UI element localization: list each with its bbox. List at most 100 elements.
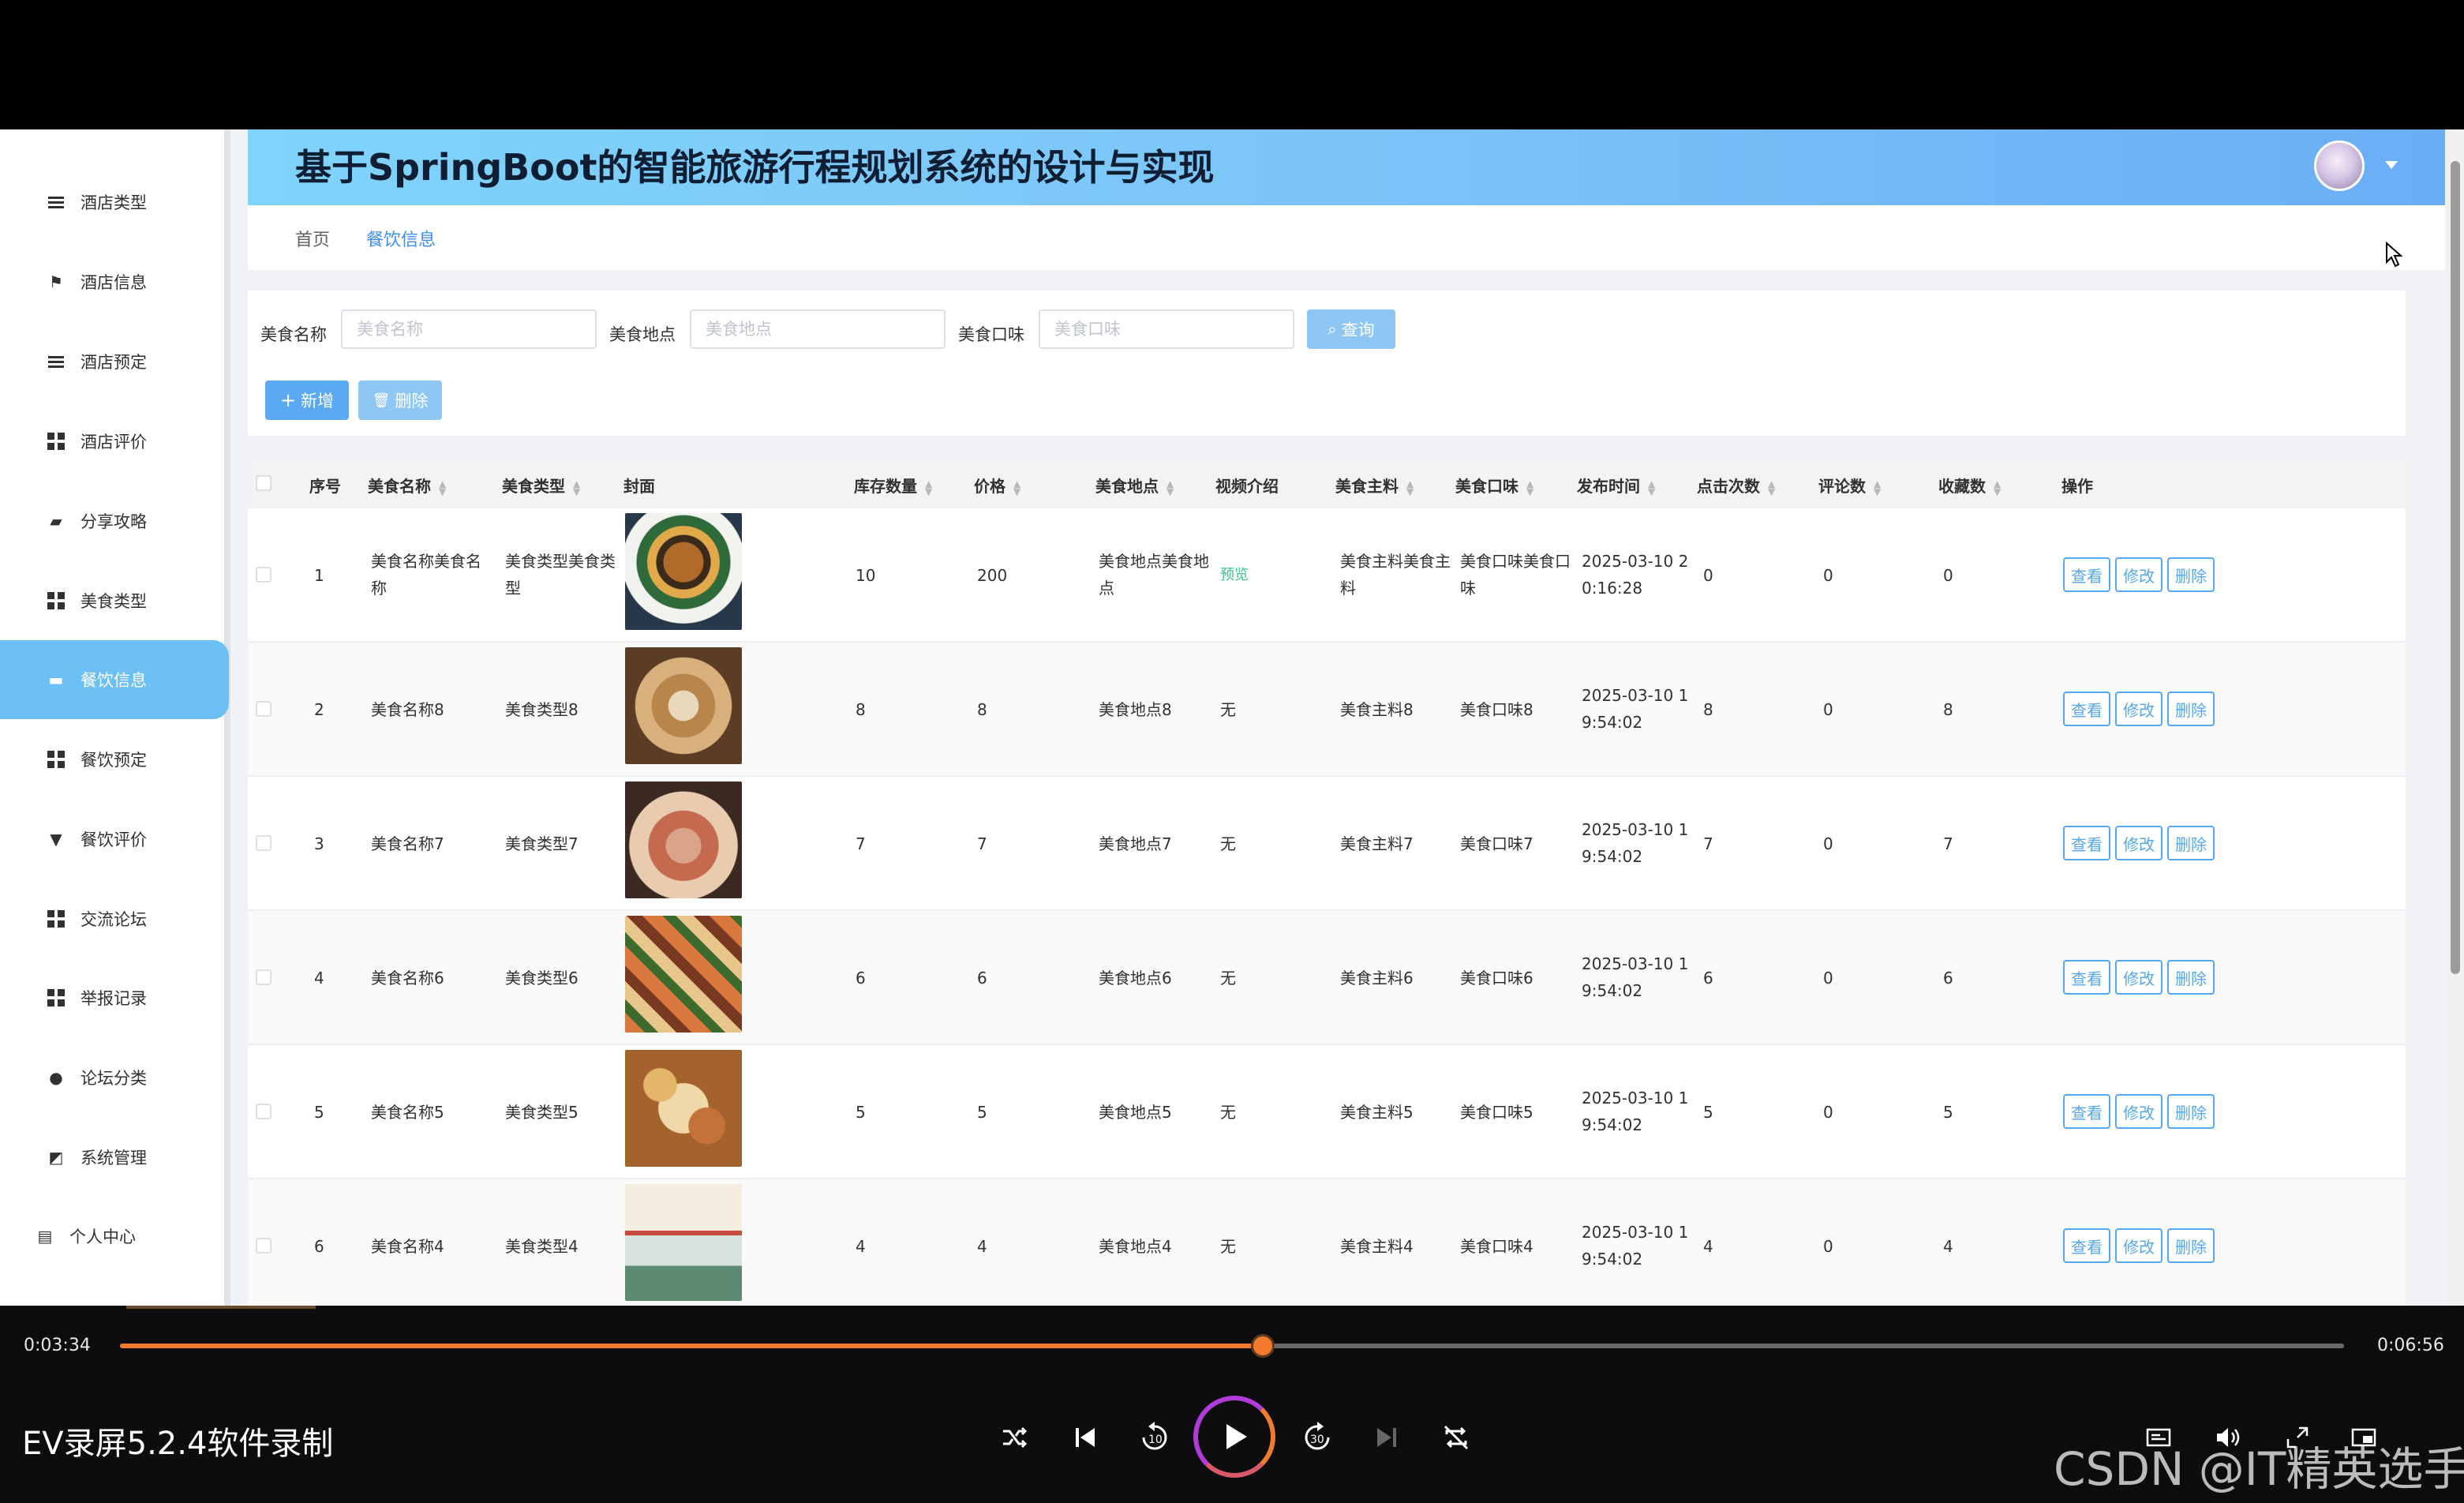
avatar[interactable] [2314, 141, 2365, 191]
sort-icon[interactable]: ▲ ▼ [573, 479, 580, 497]
column-header-1[interactable]: 美食名称 ▲ ▼ [368, 474, 446, 497]
seek-bar-knob[interactable] [1251, 1334, 1275, 1358]
sidebar-item-label: 分享攻略 [81, 512, 147, 531]
column-header-13[interactable]: 收藏数 ▲ ▼ [1938, 474, 2001, 497]
sidebar-item-6[interactable]: ▬ 餐饮信息 [0, 640, 229, 719]
row-checkbox[interactable] [256, 567, 271, 583]
view-button[interactable]: 查看 [2063, 826, 2110, 860]
caret-down-icon[interactable] [2385, 161, 2398, 169]
view-button[interactable]: 查看 [2063, 960, 2110, 995]
cell-comments: 0 [1823, 1237, 1833, 1256]
row-checkbox[interactable] [256, 701, 271, 717]
cell-ingredient: 美食主料5 [1340, 1103, 1414, 1122]
row-checkbox[interactable] [256, 835, 271, 851]
column-header-11[interactable]: 点击次数 ▲ ▼ [1697, 474, 1775, 497]
play-button[interactable] [1193, 1396, 1275, 1478]
grid-icon [47, 989, 65, 1006]
sidebar-item-3[interactable]: 酒店评价 [0, 402, 230, 481]
sort-icon[interactable]: ▲ ▼ [439, 479, 446, 497]
cell-video: 无 [1220, 1103, 1236, 1122]
delete-button[interactable]: 删除 [2167, 557, 2215, 592]
column-header-label: 收藏数 [1938, 477, 1986, 496]
column-header-label: 封面 [623, 477, 655, 496]
page-scrollbar[interactable] [2447, 129, 2464, 1306]
sort-icon[interactable]: ▲ ▼ [1526, 479, 1533, 497]
edit-button[interactable]: 修改 [2115, 826, 2163, 860]
delete-button[interactable]: 删除 [2167, 826, 2215, 860]
rewind-10-icon[interactable]: 10 [1137, 1419, 1173, 1456]
column-header-12[interactable]: 评论数 ▲ ▼ [1818, 474, 1881, 497]
search-taste-input[interactable]: 美食口味 [1039, 309, 1294, 349]
view-button[interactable]: 查看 [2063, 557, 2110, 592]
sidebar-item-1[interactable]: ⚑ 酒店信息 [0, 242, 230, 321]
sort-icon[interactable]: ▲ ▼ [1406, 479, 1414, 497]
sort-icon[interactable]: ▲ ▼ [1166, 479, 1174, 497]
sort-icon[interactable]: ▲ ▼ [925, 479, 932, 497]
cell-price: 200 [977, 566, 1008, 585]
delete-button[interactable]: 删除 [2167, 1094, 2215, 1129]
row-checkbox[interactable] [256, 1238, 271, 1254]
shuffle-icon[interactable] [996, 1419, 1032, 1456]
user-icon: ● [49, 1068, 63, 1087]
delete-button[interactable]: 删除 [2167, 960, 2215, 995]
repeat-off-icon[interactable] [1438, 1419, 1474, 1456]
column-header-10[interactable]: 发布时间 ▲ ▼ [1577, 474, 1655, 497]
forward-30-icon[interactable]: 30 [1299, 1419, 1335, 1456]
next-icon[interactable] [1369, 1419, 1405, 1456]
column-header-3: 封面 [623, 474, 655, 497]
sidebar-item-0[interactable]: 酒店类型 [0, 163, 230, 242]
delete-button[interactable]: 删除 [2167, 692, 2215, 726]
edit-button[interactable]: 修改 [2115, 557, 2163, 592]
column-header-2[interactable]: 美食类型 ▲ ▼ [502, 474, 580, 497]
delete-button[interactable]: 🗑︎ 删除 [358, 380, 442, 420]
search-name-input[interactable]: 美食名称 [341, 309, 597, 349]
sidebar-item-2[interactable]: 酒店预定 [0, 322, 230, 401]
breadcrumb-home[interactable]: 首页 [295, 226, 330, 251]
cell-favs: 7 [1943, 834, 1953, 853]
sidebar-item-11[interactable]: ● 论坛分类 [0, 1038, 230, 1117]
cell-price: 8 [977, 700, 987, 719]
edit-button[interactable]: 修改 [2115, 1228, 2163, 1263]
sidebar-item-10[interactable]: 举报记录 [0, 958, 230, 1037]
sort-icon[interactable]: ▲ ▼ [1994, 479, 2001, 497]
view-button[interactable]: 查看 [2063, 1094, 2110, 1129]
column-header-9[interactable]: 美食口味 ▲ ▼ [1455, 474, 1533, 497]
delete-button[interactable]: 删除 [2167, 1228, 2215, 1263]
sidebar-item-label: 酒店信息 [81, 273, 147, 292]
edit-button[interactable]: 修改 [2115, 960, 2163, 995]
sort-icon[interactable]: ▲ ▼ [1648, 479, 1655, 497]
sidebar-item-9[interactable]: 交流论坛 [0, 879, 230, 958]
column-header-5[interactable]: 价格 ▲ ▼ [974, 474, 1020, 497]
view-button[interactable]: 查看 [2063, 692, 2110, 726]
search-place-input[interactable]: 美食地点 [690, 309, 946, 349]
previous-icon[interactable] [1067, 1419, 1103, 1456]
sidebar-item-5[interactable]: 美食类型 [0, 561, 230, 640]
column-header-4[interactable]: 库存数量 ▲ ▼ [854, 474, 932, 497]
edit-button[interactable]: 修改 [2115, 692, 2163, 726]
sort-icon[interactable]: ▲ ▼ [1874, 479, 1881, 497]
edit-button[interactable]: 修改 [2115, 1094, 2163, 1129]
sidebar-item-8[interactable]: ▼ 餐饮评价 [0, 800, 230, 879]
data-table: 序号 美食名称 ▲ ▼ 美食类型 ▲ ▼ 封面 库存数量 ▲ ▼ 价格 ▲ ▼ 美食地点 ▲ ▼ 视频介绍 美食主料… [248, 459, 2406, 1306]
sidebar-item-13[interactable]: ▤ 个人中心 [0, 1197, 230, 1276]
query-button[interactable]: ⌕ 查询 [1307, 309, 1395, 349]
column-header-8[interactable]: 美食主料 ▲ ▼ [1335, 474, 1414, 497]
sort-icon[interactable]: ▲ ▼ [1768, 479, 1775, 497]
row-checkbox[interactable] [256, 969, 271, 985]
sidebar-item-4[interactable]: ▰ 分享攻略 [0, 482, 230, 560]
view-button[interactable]: 查看 [2063, 1228, 2110, 1263]
seek-bar[interactable] [120, 1334, 2344, 1358]
main-area: 基于SpringBoot的智能旅游行程规划系统的设计与实现 首页 餐饮信息 美食… [248, 129, 2445, 1306]
cell-place: 美食地点8 [1099, 700, 1172, 719]
cell-video[interactable]: 预览 [1220, 562, 1249, 589]
row-checkbox[interactable] [256, 1104, 271, 1119]
sidebar-item-12[interactable]: ◩ 系统管理 [0, 1118, 230, 1197]
cell-name: 美食名称4 [371, 1237, 444, 1256]
select-all-checkbox[interactable] [256, 475, 271, 491]
scrollbar-thumb[interactable] [2451, 161, 2460, 974]
cell-taste: 美食口味6 [1460, 969, 1533, 988]
column-header-6[interactable]: 美食地点 ▲ ▼ [1095, 474, 1174, 497]
sidebar-item-7[interactable]: 餐饮预定 [0, 720, 230, 799]
sort-icon[interactable]: ▲ ▼ [1013, 479, 1020, 497]
add-button[interactable]: + 新增 [265, 380, 349, 420]
